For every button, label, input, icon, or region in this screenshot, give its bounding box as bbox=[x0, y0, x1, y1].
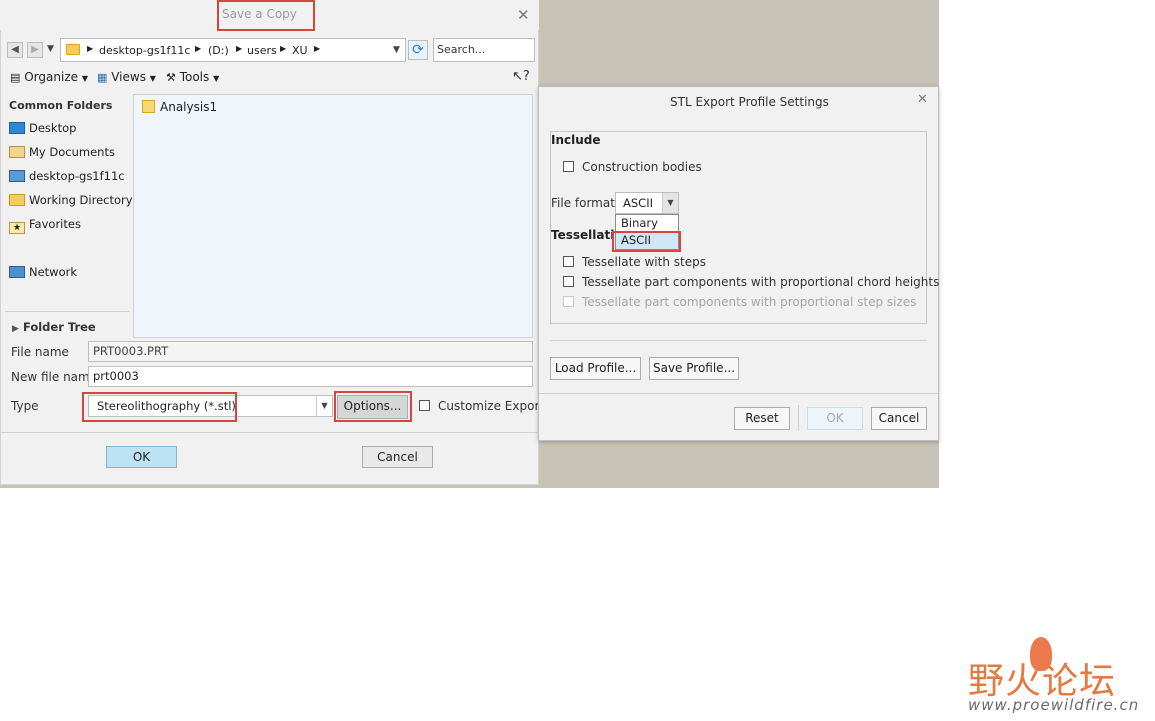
sidebar-item-label: Desktop bbox=[29, 121, 77, 135]
views-icon: ▦ bbox=[97, 71, 108, 84]
chevron-down-icon[interactable]: ▼ bbox=[662, 193, 678, 213]
breadcrumb-arrow-icon: ▶ bbox=[236, 44, 243, 53]
sidebar-item-label: Working Directory bbox=[29, 193, 133, 207]
views-menu[interactable]: ▦ Views ▼ bbox=[97, 70, 156, 84]
chevron-right-icon: ▶ bbox=[12, 324, 19, 334]
folder-tree-toggle[interactable]: ▶ Folder Tree bbox=[12, 320, 96, 334]
breadcrumb-arrow-icon: ▶ bbox=[280, 44, 287, 53]
sidebar-item-favorites[interactable]: ★ Favorites bbox=[9, 217, 81, 234]
customize-export-checkbox[interactable] bbox=[419, 400, 430, 411]
sidebar-item-label: desktop-gs1f11c bbox=[29, 169, 125, 183]
dropdown-option-binary[interactable]: Binary bbox=[616, 215, 678, 232]
file-format-label: File format bbox=[551, 196, 615, 210]
chevron-down-icon: ▼ bbox=[81, 74, 88, 83]
sidebar-divider bbox=[5, 311, 129, 312]
network-icon bbox=[9, 266, 25, 278]
sidebar-item-working-directory[interactable]: Working Directory bbox=[9, 193, 133, 207]
reset-button[interactable]: Reset bbox=[734, 407, 790, 430]
ok-button[interactable]: OK bbox=[106, 446, 177, 468]
breadcrumb-item[interactable]: desktop-gs1f11c bbox=[99, 44, 190, 57]
help-cursor-icon[interactable]: ↖? bbox=[512, 69, 530, 84]
include-heading: Include bbox=[551, 133, 601, 147]
button-separator bbox=[798, 405, 799, 431]
stl-ok-button[interactable]: OK bbox=[807, 407, 863, 430]
tessellate-step-sizes-label: Tessellate part components with proporti… bbox=[582, 295, 917, 309]
forward-icon[interactable]: ▶ bbox=[27, 42, 43, 58]
construction-bodies-checkbox[interactable] bbox=[563, 161, 574, 172]
address-dropdown-icon[interactable]: ▼ bbox=[393, 45, 400, 55]
working-directory-icon bbox=[9, 194, 25, 206]
file-format-select[interactable]: ASCII ▼ bbox=[615, 192, 679, 214]
stl-cancel-button[interactable]: Cancel bbox=[871, 407, 927, 430]
views-label: Views bbox=[111, 70, 146, 84]
organize-menu[interactable]: ▤ Organize ▼ bbox=[10, 70, 88, 84]
computer-icon bbox=[9, 170, 25, 182]
chevron-down-icon: ▼ bbox=[213, 74, 220, 83]
history-dropdown-icon[interactable]: ▼ bbox=[47, 44, 54, 54]
tessellate-steps-label: Tessellate with steps bbox=[582, 255, 706, 269]
search-input[interactable]: Search... bbox=[433, 38, 535, 62]
chevron-down-icon: ▼ bbox=[149, 74, 156, 83]
tools-menu[interactable]: ⚒ Tools ▼ bbox=[166, 70, 219, 84]
back-icon[interactable]: ◀ bbox=[7, 42, 23, 58]
stl-dialog-title: STL Export Profile Settings bbox=[670, 95, 829, 109]
load-profile-button[interactable]: Load Profile... bbox=[550, 357, 641, 380]
breadcrumb-arrow-icon: ▶ bbox=[314, 44, 321, 53]
sidebar-item-network[interactable]: Network bbox=[9, 265, 77, 279]
sidebar-item-label: My Documents bbox=[29, 145, 115, 159]
refresh-icon[interactable]: ⟳ bbox=[408, 40, 428, 60]
file-list-pane[interactable]: Analysis1 bbox=[133, 94, 533, 338]
address-bar[interactable]: ▶ desktop-gs1f11c ▶ (D:) ▶ users ▶ XU ▶ … bbox=[60, 38, 406, 62]
organize-label: Organize bbox=[24, 70, 78, 84]
tools-label: Tools bbox=[179, 70, 210, 84]
tessellate-chord-checkbox[interactable] bbox=[563, 276, 574, 287]
cancel-button[interactable]: Cancel bbox=[362, 446, 433, 468]
sidebar-item-my-documents[interactable]: My Documents bbox=[9, 145, 115, 159]
stl-divider bbox=[550, 340, 927, 341]
ascii-highlight-box bbox=[612, 231, 681, 252]
customize-export-label: Customize Export bbox=[438, 399, 545, 413]
sidebar-item-label: Network bbox=[29, 265, 78, 279]
tools-icon: ⚒ bbox=[166, 71, 176, 84]
options-highlight-box bbox=[334, 391, 412, 422]
save-profile-button[interactable]: Save Profile... bbox=[649, 357, 739, 380]
sidebar-item-label: Favorites bbox=[29, 217, 81, 231]
list-item[interactable]: Analysis1 bbox=[142, 100, 217, 114]
breadcrumb-item[interactable]: users bbox=[247, 44, 277, 57]
sidebar-item-computer[interactable]: desktop-gs1f11c bbox=[9, 169, 125, 183]
file-name-label: Analysis1 bbox=[160, 100, 218, 114]
breadcrumb-arrow-icon: ▶ bbox=[87, 44, 94, 53]
file-name-field: PRT0003.PRT bbox=[88, 341, 533, 362]
documents-icon bbox=[9, 146, 25, 158]
desktop-icon bbox=[9, 122, 25, 134]
folder-icon bbox=[66, 44, 80, 55]
construction-bodies-label: Construction bodies bbox=[582, 160, 702, 174]
dialog-divider bbox=[0, 432, 537, 433]
breadcrumb-item[interactable]: (D:) bbox=[208, 44, 229, 57]
watermark-url: www.proewildfire.cn bbox=[968, 696, 1140, 714]
breadcrumb-arrow-icon: ▶ bbox=[195, 44, 202, 53]
new-file-name-input[interactable]: prt0003 bbox=[88, 366, 533, 387]
tessellate-step-sizes-checkbox bbox=[563, 296, 574, 307]
common-folders-heading: Common Folders bbox=[9, 99, 113, 112]
tessellate-steps-checkbox[interactable] bbox=[563, 256, 574, 267]
chevron-down-icon[interactable]: ▼ bbox=[316, 396, 332, 416]
title-highlight-box bbox=[217, 0, 315, 31]
file-format-value: ASCII bbox=[623, 196, 653, 210]
type-label: Type bbox=[11, 399, 39, 413]
type-highlight-box bbox=[82, 392, 237, 422]
breadcrumb-item[interactable]: XU bbox=[292, 44, 308, 57]
tessellate-chord-label: Tessellate part components with proporti… bbox=[582, 275, 940, 289]
file-name-label: File name bbox=[11, 345, 69, 359]
favorites-icon: ★ bbox=[9, 222, 25, 234]
save-dialog-close-icon[interactable]: ✕ bbox=[517, 6, 530, 24]
stl-footer-divider bbox=[539, 393, 938, 394]
sidebar-item-desktop[interactable]: Desktop bbox=[9, 121, 76, 135]
organize-icon: ▤ bbox=[10, 71, 21, 84]
folder-icon bbox=[142, 100, 155, 113]
folder-tree-label: Folder Tree bbox=[22, 320, 96, 334]
new-file-name-label: New file name bbox=[11, 370, 98, 384]
stl-dialog-close-icon[interactable]: ✕ bbox=[917, 92, 928, 107]
